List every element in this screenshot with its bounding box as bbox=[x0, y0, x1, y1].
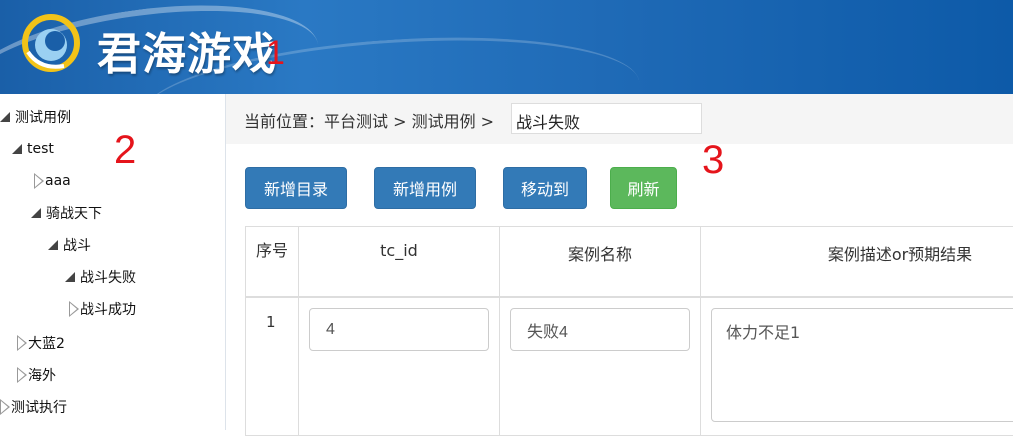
tree-node-label: 骑战天下 bbox=[46, 206, 102, 222]
tree-node-battle[interactable]: 战斗 bbox=[48, 234, 91, 256]
breadcrumb-current: 战斗失败 bbox=[511, 103, 702, 134]
tree-node-overseas[interactable]: 海外 bbox=[17, 364, 56, 386]
tree-node-battle-success[interactable]: 战斗成功 bbox=[69, 298, 136, 320]
tree-node-label: 测试用例 bbox=[15, 110, 71, 126]
tree-node-label: 大蓝2 bbox=[28, 336, 65, 352]
column-header-description: 案例描述or预期结果 bbox=[827, 245, 973, 264]
header-divider bbox=[246, 296, 1013, 298]
tree-node-label: 战斗 bbox=[63, 238, 91, 254]
expanded-arrow-icon bbox=[31, 208, 41, 218]
column-header-tc-id: tc_id bbox=[380, 241, 418, 260]
new-directory-button[interactable]: 新增目录 bbox=[245, 167, 347, 209]
annotation-2: 2 bbox=[114, 128, 137, 172]
annotation-3: 3 bbox=[702, 138, 725, 182]
expanded-arrow-icon bbox=[48, 240, 58, 250]
tree-node-label: test bbox=[27, 141, 54, 157]
collapsed-arrow-icon bbox=[0, 399, 10, 415]
column-header-seq: 序号 bbox=[255, 241, 288, 260]
collapsed-arrow-icon bbox=[34, 173, 44, 189]
case-name-input[interactable]: 失败4 bbox=[510, 308, 690, 351]
expanded-arrow-icon bbox=[12, 144, 22, 154]
tree-node-dalan2[interactable]: 大蓝2 bbox=[17, 332, 65, 354]
case-description-textarea[interactable]: 体力不足1 bbox=[711, 308, 1013, 422]
tree-node-label: 测试执行 bbox=[11, 400, 67, 416]
row-seq: 1 bbox=[266, 313, 276, 331]
sidebar-tree: 测试用例 test aaa 骑战天下 战斗 战斗失败 战斗成功 大蓝2 海外 测… bbox=[0, 94, 226, 430]
tree-node-aaa[interactable]: aaa bbox=[34, 170, 71, 192]
collapsed-arrow-icon bbox=[17, 335, 27, 351]
move-to-button[interactable]: 移动到 bbox=[503, 167, 587, 209]
tree-node-test-execution[interactable]: 测试执行 bbox=[0, 396, 67, 418]
breadcrumb-label: 当前位置：平台测试 > 测试用例 > bbox=[244, 112, 495, 131]
collapsed-arrow-icon bbox=[17, 367, 27, 383]
tree-node-test-cases[interactable]: 测试用例 bbox=[0, 106, 71, 128]
header-banner: 君海游戏 1 bbox=[0, 0, 1013, 94]
tree-node-qizhan[interactable]: 骑战天下 bbox=[31, 202, 102, 224]
collapsed-arrow-icon bbox=[69, 301, 79, 317]
annotation-1: 1 bbox=[266, 34, 285, 72]
tree-node-label: aaa bbox=[45, 173, 71, 189]
logo-icon bbox=[22, 14, 80, 72]
brand-title: 君海游戏 bbox=[97, 29, 277, 80]
new-case-button[interactable]: 新增用例 bbox=[374, 167, 476, 209]
tc-id-input[interactable]: 4 bbox=[309, 308, 489, 351]
tree-node-label: 海外 bbox=[28, 368, 56, 384]
tree-node-battle-fail[interactable]: 战斗失败 bbox=[65, 266, 136, 288]
column-header-name: 案例名称 bbox=[567, 245, 632, 264]
refresh-button[interactable]: 刷新 bbox=[610, 167, 677, 209]
expanded-arrow-icon bbox=[0, 112, 10, 122]
tree-node-label: 战斗失败 bbox=[80, 270, 136, 286]
test-case-table: 序号 tc_id 案例名称 案例描述or预期结果 1 4 失败4 体力不足1 bbox=[245, 226, 1013, 436]
tree-node-test[interactable]: test bbox=[12, 138, 54, 160]
breadcrumb: 当前位置：平台测试 > 测试用例 > 战斗失败 bbox=[226, 94, 1013, 144]
expanded-arrow-icon bbox=[65, 272, 75, 282]
tree-node-label: 战斗成功 bbox=[80, 302, 136, 318]
